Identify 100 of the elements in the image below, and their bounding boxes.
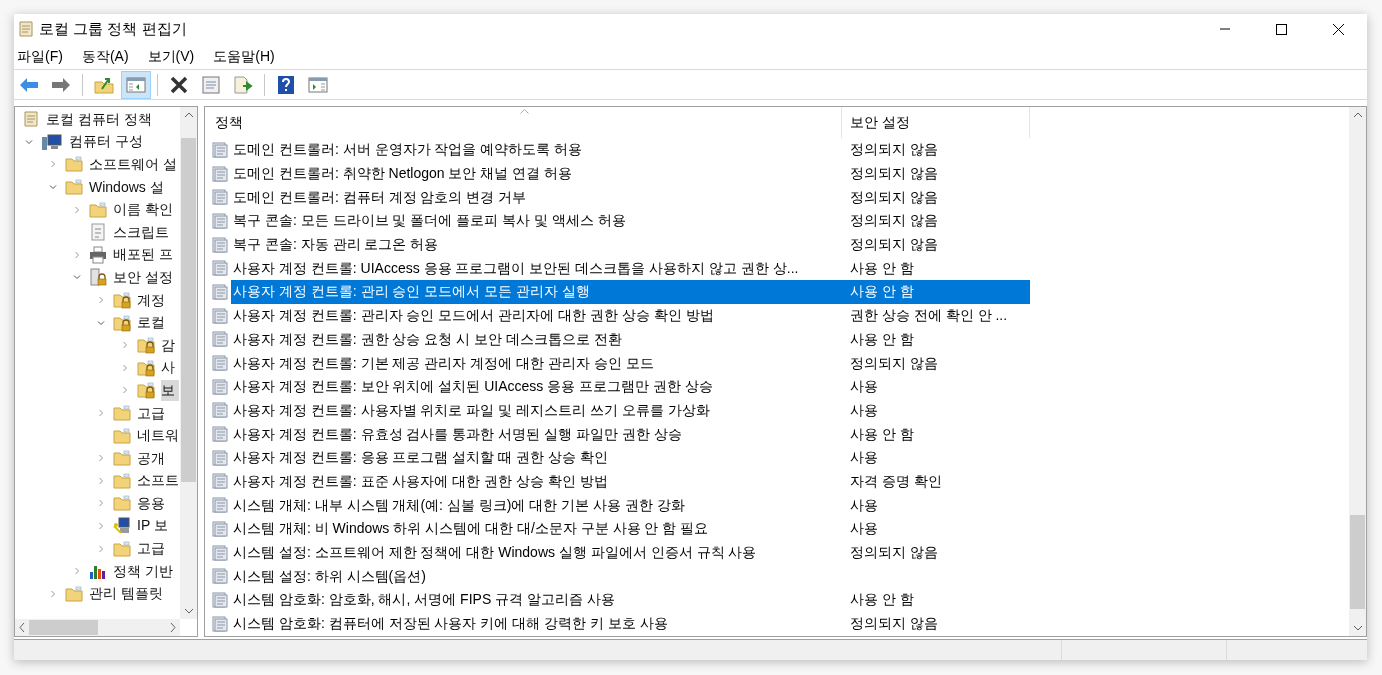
tree-item[interactable]: 로컬 [137, 312, 169, 334]
chevron-down-icon[interactable] [25, 137, 33, 146]
policy-row[interactable]: 사용자 계정 컨트롤: 기본 제공 관리자 계정에 대한 관리자 승인 모드 정의되지 않음 [231, 351, 1030, 375]
menu-item[interactable]: 보기(V) [144, 46, 198, 67]
policy-name: 시스템 설정: 하위 시스템(옵션) [232, 566, 427, 586]
chevron-right-icon[interactable] [97, 476, 105, 485]
policy-name: 사용자 계정 컨트롤: 보안 위치에 설치된 UIAccess 응용 프로그램만 권한 상승 [232, 377, 714, 397]
tree-item[interactable]: 소프트웨어 설 [89, 154, 180, 175]
sort-ascending-icon [520, 109, 529, 114]
tree-item[interactable]: 정책 기반 [113, 560, 177, 582]
policy-name: 도메인 컨트롤러: 서버 운영자가 작업을 예약하도록 허용 [232, 140, 584, 160]
tree-item[interactable]: 소프트 [137, 470, 180, 492]
policy-row[interactable]: 시스템 개체: 내부 시스템 개체(예: 심볼 링크)에 대한 기본 사용 권한 강화 사용 [231, 493, 1030, 517]
locked-server-icon [89, 268, 107, 287]
chevron-down-icon[interactable] [49, 183, 57, 192]
tree-item[interactable]: 네트워 [137, 425, 180, 447]
chevron-down-icon[interactable] [97, 318, 105, 327]
close-icon [1333, 23, 1344, 35]
policy-name: 복구 콘솔: 자동 관리 로그온 허용 [232, 235, 440, 255]
menu-item[interactable]: 파일(F) [14, 46, 66, 67]
chevron-right-icon[interactable] [49, 589, 57, 598]
policy-row[interactable]: 사용자 계정 컨트롤: 관리자 승인 모드에서 관리자에 대한 권한 상승 확인 방법 권한 상승 전에 확인 안 ... [231, 303, 1030, 328]
tree-item[interactable]: 스크립트 [113, 221, 173, 243]
policy-name: 복구 콘솔: 모든 드라이브 및 폴더에 플로피 복사 및 액세스 허용 [232, 211, 627, 231]
tree-horizontal-scrollbar[interactable] [15, 619, 180, 636]
tree-item[interactable]: IP 보 [137, 515, 172, 537]
policy-row[interactable]: 사용자 계정 컨트롤: 사용자별 위치로 파일 및 레지스트리 쓰기 오류를 가상화 사용 [231, 398, 1030, 423]
tree-item[interactable]: 공개 [137, 447, 169, 469]
policy-row[interactable]: 시스템 암호화: 컴퓨터에 저장된 사용자 키에 대해 강력한 키 보호 사용 정의되지 않음 [231, 611, 1030, 636]
policy-row[interactable]: 복구 콘솔: 모든 드라이브 및 폴더에 플로피 복사 및 액세스 허용 정의되지 않음 [231, 209, 1030, 233]
tree-item[interactable]: 로컬 컴퓨터 정책 [46, 108, 156, 130]
scroll-thumb[interactable] [181, 138, 196, 483]
computer-icon [41, 132, 63, 151]
column-header[interactable]: 보안 설정 [842, 107, 1030, 138]
security-setting: 사용 안 함 [849, 282, 915, 302]
tree-item[interactable]: 감 [161, 334, 179, 356]
chevron-down-icon[interactable] [73, 273, 81, 282]
policy-row[interactable]: 시스템 개체: 비 Windows 하위 시스템에 대한 대/소문자 구분 사용 안 함 필요 사용 [231, 517, 1030, 541]
chevron-right-icon[interactable] [97, 296, 105, 305]
tree-item[interactable]: 관리 템플릿 [89, 583, 167, 605]
chevron-right-icon[interactable] [121, 363, 129, 372]
security-setting: 사용 [849, 448, 879, 468]
policy-row[interactable]: 도메인 컨트롤러: 취약한 Netlogon 보안 채널 연결 허용 정의되지 않음 [231, 161, 1030, 186]
policy-row[interactable]: 사용자 계정 컨트롤: 보안 위치에 설치된 UIAccess 응용 프로그램만 권한 상승 사용 [231, 374, 1030, 399]
tree-item[interactable]: 배포된 프 [113, 244, 177, 266]
policy-row[interactable]: 도메인 컨트롤러: 서버 운영자가 작업을 예약하도록 허용 정의되지 않음 [231, 138, 1030, 162]
tree-item[interactable]: 응용 [137, 492, 169, 514]
folder-icon [113, 539, 131, 558]
policy-name: 사용자 계정 컨트롤: 표준 사용자에 대한 권한 상승 확인 방법 [232, 471, 609, 491]
policy-row[interactable]: 사용자 계정 컨트롤: 응용 프로그램 설치할 때 권한 상승 확인 사용 [231, 445, 1030, 470]
chevron-right-icon[interactable] [97, 522, 105, 530]
chevron-right-icon[interactable] [97, 409, 105, 417]
policy-row[interactable]: 사용자 계정 컨트롤: 유효성 검사를 통과한 서명된 실행 파일만 권한 상승 사용 안 함 [231, 422, 1030, 446]
policy-name: 시스템 설정: 소프트웨어 제한 정책에 대한 Windows 실행 파일에서 인증서 규칙 사용 [232, 543, 758, 563]
policy-row[interactable]: 사용자 계정 컨트롤: 권한 상승 요청 시 보안 데스크톱으로 전환 사용 안 함 [231, 327, 1030, 352]
tree-scrollbar[interactable] [180, 107, 197, 619]
tree-item[interactable]: 사 [161, 357, 179, 379]
policy-row[interactable]: 사용자 계정 컨트롤: UIAccess 응용 프로그램이 보안된 데스크톱을 사용하지 않고 권한 상... 사용 안 함 [231, 256, 1030, 281]
policy-row[interactable]: 사용자 계정 컨트롤: 관리 승인 모드에서 모든 관리자 실행 사용 안 함 [231, 280, 1030, 304]
security-setting: 자격 증명 확인 [849, 471, 943, 491]
tree-item[interactable]: 이름 확인 [113, 199, 177, 221]
list-scrollbar[interactable] [1349, 107, 1366, 636]
chevron-right-icon[interactable] [73, 205, 81, 214]
action-pane-icon [308, 76, 328, 93]
policy-row[interactable]: 시스템 설정: 소프트웨어 제한 정책에 대한 Windows 실행 파일에서 인증서 규칙 사용 정의되지 않음 [231, 540, 1030, 565]
policy-row[interactable]: 시스템 암호화: 암호화, 해시, 서명에 FIPS 규격 알고리즘 사용 사용 안 함 [231, 588, 1030, 612]
scroll-thumb[interactable] [29, 620, 98, 635]
tree-item[interactable]: Windows 설 [89, 176, 168, 198]
security-setting: 권한 상승 전에 확인 안 ... [849, 306, 1009, 326]
policy-icon [212, 591, 228, 608]
chevron-right-icon[interactable] [49, 160, 57, 169]
tree-item[interactable]: 고급 [137, 402, 169, 424]
scroll-thumb[interactable] [1350, 515, 1365, 610]
policy-icon [212, 141, 228, 158]
chevron-right-icon[interactable] [97, 499, 105, 508]
security-setting: 정의되지 않음 [849, 614, 939, 634]
locked-folder-icon [137, 381, 155, 400]
column-header[interactable]: 정책 [205, 107, 842, 138]
document-export-icon [233, 75, 253, 94]
tree-item[interactable]: 보안 설정 [113, 266, 177, 288]
policy-name: 도메인 컨트롤러: 컴퓨터 계정 암호의 변경 거부 [232, 187, 528, 207]
chevron-right-icon[interactable] [97, 544, 105, 553]
chevron-right-icon[interactable] [121, 341, 129, 350]
policy-icon [212, 260, 228, 277]
folder-icon [89, 200, 107, 219]
policy-row[interactable]: 사용자 계정 컨트롤: 표준 사용자에 대한 권한 상승 확인 방법 자격 증명 확인 [231, 469, 1030, 494]
chevron-right-icon[interactable] [97, 454, 105, 463]
tree-item[interactable]: 고급 [137, 538, 169, 560]
tree-item[interactable]: 컴퓨터 구성 [69, 131, 147, 153]
chevron-right-icon[interactable] [121, 386, 129, 395]
menu-item[interactable]: 동작(A) [78, 46, 132, 67]
chevron-right-icon[interactable] [73, 567, 81, 576]
menu-item[interactable]: 도움말(H) [210, 46, 278, 67]
folder-icon [65, 178, 83, 197]
policy-row[interactable]: 복구 콘솔: 자동 관리 로그온 허용 정의되지 않음 [231, 232, 1030, 257]
policy-row[interactable]: 시스템 설정: 하위 시스템(옵션) [231, 564, 1030, 589]
tree-item[interactable]: 계정 [137, 289, 169, 311]
chevron-right-icon[interactable] [73, 250, 81, 259]
policy-row[interactable]: 도메인 컨트롤러: 컴퓨터 계정 암호의 변경 거부 정의되지 않음 [231, 185, 1030, 210]
tree-item[interactable]: 보 [161, 379, 179, 401]
